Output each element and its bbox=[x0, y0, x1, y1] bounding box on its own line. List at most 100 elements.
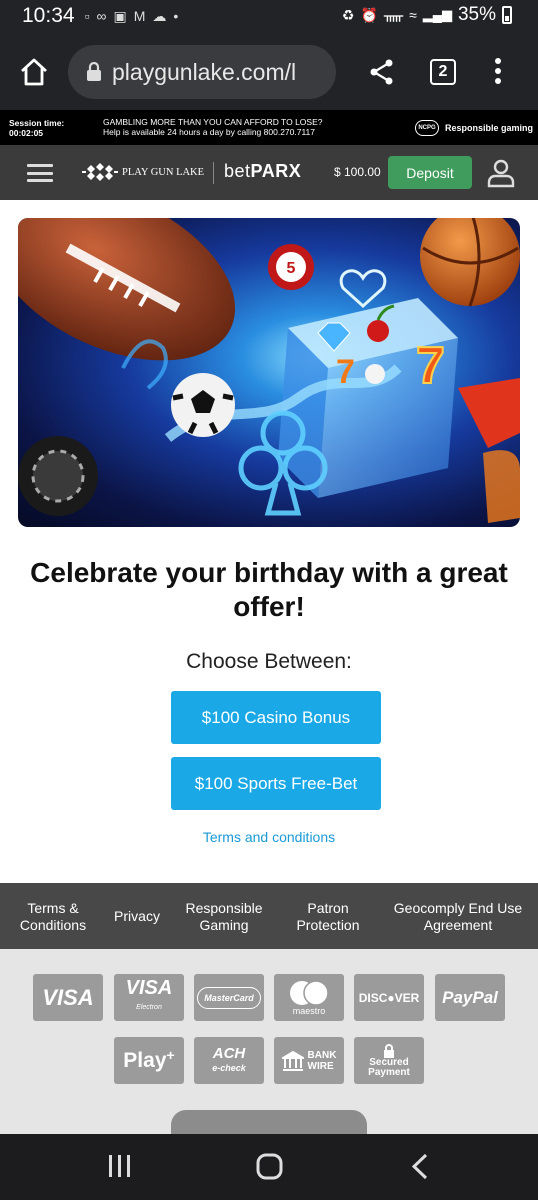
recent-apps-icon[interactable] bbox=[107, 1154, 133, 1178]
wifi-icon: ≈ bbox=[409, 7, 417, 23]
play-gun-lake-text: PLAY GUN LAKE bbox=[122, 166, 205, 178]
footer-patron-line1: Patron bbox=[307, 900, 349, 916]
sports-free-bet-button[interactable]: $100 Sports Free-Bet bbox=[171, 757, 381, 810]
betparx-light: bet bbox=[224, 161, 251, 181]
footer-responsible-gaming-link[interactable]: Responsible Gaming bbox=[180, 900, 268, 934]
play-gun-lake-mark-icon bbox=[82, 163, 118, 181]
cake-icon: ▫ bbox=[84, 8, 90, 24]
visa-electron-text: VISA bbox=[125, 976, 173, 999]
basketball-icon bbox=[420, 218, 520, 307]
soundcloud-icon: ☁ bbox=[152, 7, 167, 24]
gambling-line2: Help is available 24 hours a day by call… bbox=[103, 127, 316, 137]
footer-terms-line1: Terms & bbox=[27, 900, 79, 916]
paypal-logo: PayPal bbox=[435, 974, 505, 1021]
footer-geocomply-link[interactable]: Geocomply End Use Agreement bbox=[390, 900, 526, 934]
promo-illustration: 5 7 7 bbox=[18, 218, 520, 523]
plus-icon: + bbox=[166, 1046, 175, 1063]
gambling-help-text: GAMBLING MORE THAN YOU CAN AFFORD TO LOS… bbox=[103, 117, 322, 137]
home-nav-icon[interactable] bbox=[256, 1153, 283, 1180]
pearl-icon bbox=[365, 364, 385, 384]
terms-and-conditions-link[interactable]: Terms and conditions bbox=[0, 829, 538, 845]
maestro-logo: maestro bbox=[274, 974, 344, 1021]
back-icon[interactable] bbox=[410, 1153, 430, 1180]
promo-headline: Celebrate your birthday with a great off… bbox=[0, 556, 538, 624]
lucky-seven-icon: 7 bbox=[416, 337, 445, 395]
alarm-icon: ⏰ bbox=[360, 6, 378, 23]
gmail-icon: M bbox=[133, 8, 146, 24]
betparx-bold: PARX bbox=[250, 161, 302, 181]
secured-payment-logo: Secured Payment bbox=[354, 1037, 424, 1084]
battery-percent: 35% bbox=[457, 4, 496, 25]
secured-line1: Secured bbox=[369, 1056, 409, 1068]
ach-sub-text: e-check bbox=[212, 1062, 246, 1073]
address-bar[interactable]: playgunlake.com/l bbox=[68, 45, 336, 99]
android-navigation-bar bbox=[0, 1134, 538, 1200]
notification-icons: ▫ ∞ ▣ M ☁ • bbox=[85, 8, 179, 25]
hamburger-menu-icon[interactable] bbox=[27, 164, 53, 182]
poker-chip-icon: 5 bbox=[268, 244, 314, 290]
promo-headline-line2: offer! bbox=[233, 591, 305, 622]
user-account-icon[interactable] bbox=[486, 158, 516, 188]
bank-wire-text: BANK WIRE bbox=[308, 1050, 337, 1072]
footer-geocomply-line1: Geocomply End Use bbox=[393, 900, 523, 916]
birthday-promo-banner: 5 7 7 bbox=[18, 218, 520, 527]
responsible-gaming-label: Responsible gaming bbox=[445, 123, 534, 133]
footer-privacy-link[interactable]: Privacy bbox=[108, 908, 166, 925]
twitch-icon: ▣ bbox=[113, 7, 127, 24]
url-text: playgunlake.com/l bbox=[112, 58, 297, 85]
signal-icon: ▂▄▆ bbox=[422, 7, 452, 22]
logo-divider bbox=[213, 162, 214, 184]
tab-switcher-button[interactable]: 2 bbox=[430, 59, 456, 85]
site-header: PLAY GUN LAKE betPARX $ 100.00 Deposit bbox=[0, 145, 538, 200]
bank-wire-logo: BANK WIRE bbox=[274, 1037, 344, 1084]
footer-responsible-line2: Gaming bbox=[199, 917, 249, 933]
lock-icon bbox=[87, 62, 101, 81]
session-label: Session time: bbox=[9, 118, 65, 128]
session-timer: Session time: 00:02:05 bbox=[9, 118, 64, 138]
ncpg-logo: NCPG bbox=[415, 120, 439, 136]
discover-logo: DISC●VER bbox=[354, 974, 424, 1021]
padlock-icon bbox=[384, 1043, 394, 1058]
home-icon[interactable] bbox=[18, 56, 50, 88]
footer-terms-line2: Conditions bbox=[19, 917, 87, 933]
battery-icon bbox=[502, 6, 512, 24]
play-plus-logo: Play + bbox=[114, 1037, 184, 1084]
play-plus-text: Play bbox=[123, 1048, 167, 1072]
maestro-text: maestro bbox=[292, 1005, 326, 1016]
footer-terms-link[interactable]: Terms & Conditions bbox=[14, 900, 92, 934]
play-gun-lake-logo[interactable]: PLAY GUN LAKE bbox=[82, 163, 204, 181]
ach-echeck-logo: ACH e-check bbox=[194, 1037, 264, 1084]
responsible-gaming-link[interactable]: NCPG Responsible gaming bbox=[415, 120, 533, 136]
visa-logo: VISA bbox=[33, 974, 103, 1021]
session-value: 00:02:05 bbox=[9, 128, 44, 138]
footer-responsible-line1: Responsible bbox=[185, 900, 263, 916]
account-balance: $ 100.00 bbox=[334, 165, 381, 179]
gambling-line1: GAMBLING MORE THAN YOU CAN AFFORD TO LOS… bbox=[103, 117, 323, 127]
footer-patron-line2: Protection bbox=[296, 917, 360, 933]
bank-wire-line1: BANK bbox=[307, 1049, 337, 1061]
red-card-icon bbox=[458, 378, 520, 448]
deposit-button[interactable]: Deposit bbox=[388, 156, 472, 189]
dot-icon: • bbox=[173, 8, 179, 24]
maestro-circles-icon bbox=[290, 979, 329, 1006]
recycle-icon: ♻ bbox=[341, 6, 355, 23]
secured-line2: Payment bbox=[368, 1066, 410, 1078]
black-chip-icon bbox=[18, 436, 98, 516]
footer-patron-protection-link[interactable]: Patron Protection bbox=[286, 900, 370, 934]
overflow-menu-icon[interactable] bbox=[495, 58, 501, 86]
footer-geocomply-line2: Agreement bbox=[423, 917, 493, 933]
footer-nav: Terms & Conditions Privacy Responsible G… bbox=[0, 883, 538, 949]
visa-electron-sub: Electron bbox=[136, 1003, 162, 1011]
system-icons: ♻ ⏰ ᚅ ≈ ▂▄▆ 35% bbox=[342, 4, 512, 26]
share-icon[interactable] bbox=[368, 58, 396, 86]
clock: 10:34 bbox=[22, 4, 75, 27]
poker-chip-number: 5 bbox=[287, 260, 296, 277]
betparx-logo[interactable]: betPARX bbox=[224, 161, 301, 182]
casino-bonus-button[interactable]: $100 Casino Bonus bbox=[171, 691, 381, 744]
responsible-gambling-banner: Session time: 00:02:05 GAMBLING MORE THA… bbox=[0, 110, 538, 145]
promo-headline-line1: Celebrate your birthday with a great bbox=[30, 557, 508, 588]
ach-text: ACH bbox=[212, 1044, 246, 1062]
voicemail-icon: ∞ bbox=[96, 8, 107, 24]
soccer-ball-icon bbox=[171, 373, 235, 437]
heart-icon bbox=[339, 269, 387, 309]
